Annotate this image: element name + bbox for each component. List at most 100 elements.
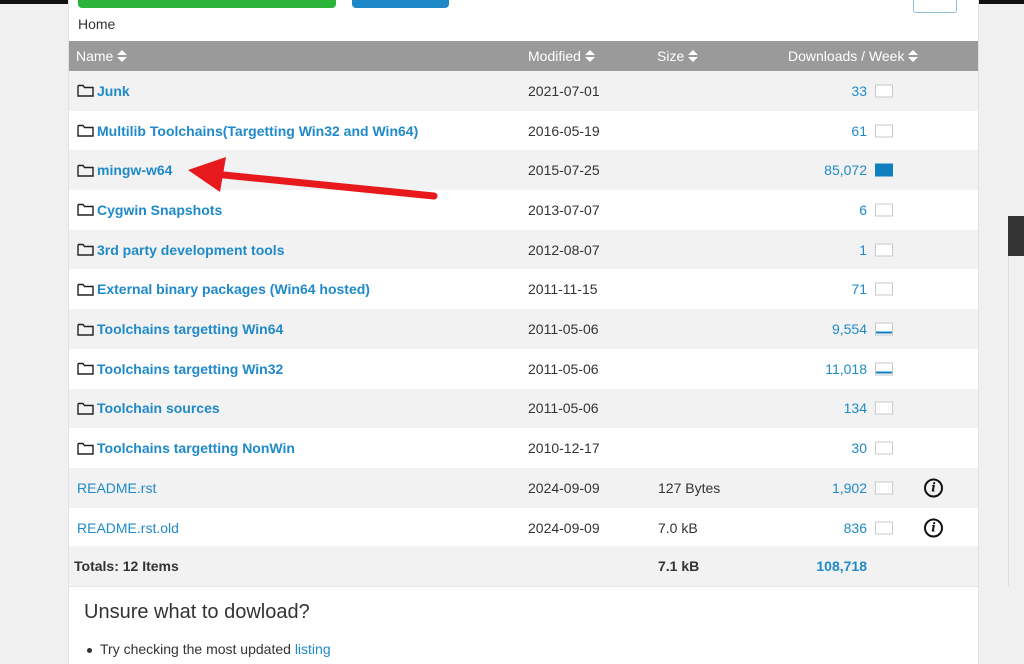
folder-icon [77,124,94,137]
table-row[interactable]: 3rd party development tools 2012-08-07 1 [69,229,978,270]
download-sparkline[interactable] [875,243,893,257]
name-cell: mingw-w64 [77,162,172,178]
download-latest-button[interactable] [78,0,336,8]
folder-icon [77,164,94,177]
file-link[interactable]: README.rst.old [77,520,179,536]
download-sparkline[interactable] [875,84,893,98]
table-row[interactable]: External binary packages (Win64 hosted) 2… [69,269,978,310]
weekly-downloads[interactable]: 1 [859,242,867,258]
folder-link[interactable]: External binary packages (Win64 hosted) [97,281,370,297]
folder-icon [77,243,94,256]
name-cell: Junk [77,83,130,99]
modified-date: 2024-09-09 [528,479,600,496]
sort-icon [117,50,128,62]
download-sparkline[interactable] [875,362,893,376]
modified-date: 2011-05-06 [528,360,599,377]
modified-date: 2012-08-07 [528,241,600,258]
table-row[interactable]: Toolchains targetting NonWin 2010-12-17 30 [69,428,978,468]
file-link[interactable]: README.rst [77,480,156,496]
modified-date: 2015-07-25 [528,162,600,179]
info-icon[interactable]: i [924,478,943,498]
name-cell: README.rst.old [77,520,179,536]
folder-link[interactable]: Toolchains targetting NonWin [97,440,295,456]
download-sparkline[interactable] [875,521,893,535]
modified-date: 2016-05-19 [528,122,600,139]
table-row[interactable]: Toolchain sources 2011-05-06 134 [69,388,978,429]
totals-row: Totals: 12 Items 7.1 kB 108,718 [69,546,978,586]
secondary-button[interactable] [352,0,449,8]
sort-icon [908,50,919,62]
file-size: 7.0 kB [658,519,698,536]
table-row[interactable]: Toolchains targetting Win32 2011-05-06 11,… [69,348,978,389]
breadcrumb[interactable]: Home [78,16,115,32]
download-sparkline[interactable] [875,282,893,296]
folder-icon [77,362,94,375]
help-item-text: Try checking the most updated [100,641,295,657]
weekly-downloads[interactable]: 33 [851,83,867,99]
download-sparkline[interactable] [875,203,893,217]
download-sparkline[interactable] [875,124,893,138]
column-header-modified[interactable]: Modified [528,48,595,64]
column-header-downloads[interactable]: Downloads / Week [788,48,919,64]
table-header: Name Modified Size Downloads / Week [69,41,978,71]
totals-size: 7.1 kB [658,557,700,574]
modified-date: 2010-12-17 [528,440,600,457]
folder-link[interactable]: Toolchain sources [97,400,220,416]
column-header-name[interactable]: Name [76,48,128,64]
weekly-downloads[interactable]: 836 [844,520,867,536]
table-row[interactable]: README.rst.old 2024-09-09 7.0 kB 836 i [69,507,978,548]
weekly-downloads[interactable]: 71 [851,281,867,297]
folder-link[interactable]: Multilib Toolchains(Targetting Win32 and… [97,123,418,139]
table-row[interactable]: Toolchains targetting Win64 2011-05-06 9,5… [69,309,978,349]
weekly-downloads[interactable]: 134 [844,400,867,416]
help-section: Unsure what to dowload? Try checking the… [69,586,978,664]
download-sparkline[interactable] [875,441,893,455]
folder-link[interactable]: mingw-w64 [97,162,172,178]
table-row[interactable]: Cygwin Snapshots 2013-07-07 6 [69,190,978,230]
column-header-size[interactable]: Size [657,48,699,64]
modified-date: 2011-05-06 [528,400,599,417]
table-row[interactable]: mingw-w64 2015-07-25 85,072 [69,150,978,191]
weekly-downloads[interactable]: 1,902 [832,480,867,496]
folder-icon [77,283,94,296]
folder-link[interactable]: Cygwin Snapshots [97,202,222,218]
weekly-downloads[interactable]: 30 [851,440,867,456]
modified-date: 2011-05-06 [528,321,599,338]
column-header-size-label: Size [657,48,685,64]
name-cell: Toolchains targetting Win32 [77,361,283,377]
weekly-downloads[interactable]: 9,554 [832,321,867,337]
file-size: 127 Bytes [658,479,721,496]
download-sparkline[interactable] [875,481,893,495]
name-cell: External binary packages (Win64 hosted) [77,281,370,297]
modified-date: 2011-11-15 [528,281,598,298]
download-sparkline[interactable] [875,401,893,415]
folder-link[interactable]: 3rd party development tools [97,242,284,258]
download-sparkline[interactable] [875,322,893,336]
modified-date: 2013-07-07 [528,201,600,218]
side-dark-block [1008,216,1024,256]
info-icon[interactable]: i [924,518,943,538]
weekly-downloads[interactable]: 11,018 [825,361,867,377]
folder-link[interactable]: Toolchains targetting Win32 [97,361,283,377]
name-cell: Toolchains targetting Win64 [77,321,283,337]
download-sparkline[interactable] [875,163,893,177]
folder-link[interactable]: Toolchains targetting Win64 [97,321,283,337]
weekly-downloads[interactable]: 6 [859,202,867,218]
side-divider [1008,256,1024,586]
weekly-downloads[interactable]: 61 [851,123,867,139]
name-cell: Toolchain sources [77,400,220,416]
table-row[interactable]: Junk 2021-07-01 33 [69,71,978,111]
name-cell: Multilib Toolchains(Targetting Win32 and… [77,123,418,139]
column-header-downloads-label: Downloads / Week [788,48,905,64]
column-header-modified-label: Modified [528,48,581,64]
weekly-downloads[interactable]: 85,072 [824,162,867,178]
name-cell: Toolchains targetting NonWin [77,440,295,456]
folder-icon [77,323,94,336]
listing-link[interactable]: listing [295,641,331,657]
table-row[interactable]: Multilib Toolchains(Targetting Win32 and… [69,110,978,151]
outline-button[interactable] [913,0,957,13]
folder-link[interactable]: Junk [97,83,130,99]
help-list-item: Try checking the most updated listing [87,641,331,657]
table-row[interactable]: README.rst 2024-09-09 127 Bytes 1,902 i [69,468,978,508]
modified-date: 2021-07-01 [528,82,600,99]
